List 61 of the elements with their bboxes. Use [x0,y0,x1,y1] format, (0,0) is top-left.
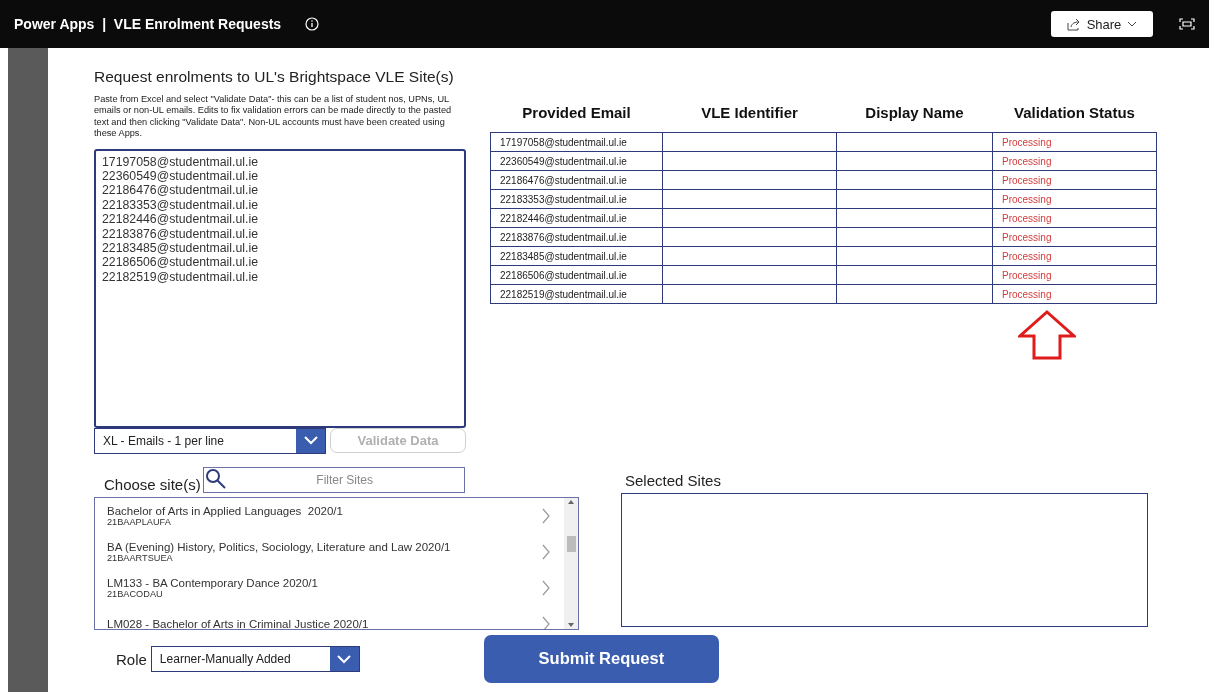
up-arrow-drawing [1018,310,1076,360]
role-dropdown[interactable]: Learner-Manually Added [150,646,360,673]
column-header: Provided Email [490,104,663,133]
chevron-down-icon [303,436,318,446]
status-cell: Processing [992,132,1157,152]
scrollbar[interactable] [564,497,578,629]
site-name: Bachelor of Arts in Applied Languages 2020/1 [107,504,344,517]
site-code: 21BAARTSUEA [107,552,173,563]
chevron-down-icon [1127,21,1138,27]
chevron-right-icon [542,543,550,560]
share-icon [1066,17,1081,31]
site-code: 21BAAPLAUFA [107,516,172,527]
status-cell: Processing [992,265,1157,285]
table-cell: 22186476@studentmail.ul.ie [490,170,663,190]
search-icon [204,467,227,490]
column-header: Display Name [836,104,993,133]
table-cell: 22182519@studentmail.ul.ie [490,284,663,304]
page-heading: Request enrolments to UL's Brightspace VLE Site(s) [94,68,455,86]
paste-field[interactable]: 17197058@studentmail.ul.ie 22360549@studentmail.ul.ie 22186476@studentmail.ul.ie 22183353@studentmail.ul.ie 22182446@studentmail.ul.ie 22183876@studentmail.ul.ie 22183485@studentmail.ul.ie 22186506@studentmail.ul.ie 22182519@studentmail.ul.ie [94,148,466,428]
status-cell: Processing [992,189,1157,209]
fullscreen-icon[interactable] [1179,18,1195,30]
site-item[interactable]: LM133 - BA Contemporary Dance 2020/1 21BACODAU [95,569,564,606]
selected-sites-label: Selected Sites [625,471,721,489]
scroll-up-icon [568,499,574,504]
status-cell: Processing [992,170,1157,190]
instructions-text: Paste from Excel and select "Validate Data"- this can be a list of student nos, UPNs, UL emails or non-UL emails. Edits to fix validation errors can be made directly to the pasted text and then clicking "Validate Data". Non-UL accounts must have been created using these Apps. [94,94,453,140]
site-item[interactable]: LM028 - Bachelor of Arts in Criminal Justice 2020/1 [95,605,564,629]
chevron-right-icon [542,579,550,596]
site-name: LM028 - Bachelor of Arts in Criminal Justice 2020/1 [107,617,370,629]
chevron-right-icon [542,507,550,524]
share-button[interactable]: Share [1051,11,1153,37]
status-cell: Processing [992,227,1157,247]
site-name: BA (Evening) History, Politics, Sociology, Literature and Law 2020/1 [107,540,452,553]
status-cell: Processing [992,246,1157,266]
table-cell: 22183485@studentmail.ul.ie [490,246,663,266]
column-header: VLE Identifier [662,104,837,133]
format-dropdown[interactable]: XL - Emails - 1 per line [94,427,326,454]
site-item[interactable]: BA (Evening) History, Politics, Sociology, Literature and Law 2020/1 21BAARTSUEA [95,533,564,570]
status-cell: Processing [992,284,1157,304]
role-label: Role [116,650,147,668]
column-header: Validation Status [992,104,1157,133]
filter-field[interactable]: Filter Sites [202,466,465,493]
app-title: Power Apps | VLE Enrolment Requests [14,16,282,32]
table-cell: 22360549@studentmail.ul.ie [490,151,663,171]
chevron-right-icon [542,615,550,629]
status-cell: Processing [992,208,1157,228]
submit-button[interactable]: Submit Request [483,634,719,683]
scroll-thumb[interactable] [566,536,576,553]
info-icon[interactable] [305,17,320,31]
table-cell: 22182446@studentmail.ul.ie [490,208,663,228]
scroll-down-icon [568,622,574,627]
chevron-down-icon [337,654,352,664]
site-item[interactable]: Bachelor of Arts in Applied Languages 2020/1 21BAAPLAUFA [95,497,564,534]
status-cell: Processing [992,151,1157,171]
table-cell: 22186506@studentmail.ul.ie [490,265,663,285]
choose-sites-label: Choose site(s) [104,475,201,493]
table-cell: 17197058@studentmail.ul.ie [490,132,663,152]
site-code: 21BACODAU [107,588,164,599]
table-cell: 22183876@studentmail.ul.ie [490,227,663,247]
site-name: LM133 - BA Contemporary Dance 2020/1 [107,576,319,589]
table-cell: 22183353@studentmail.ul.ie [490,189,663,209]
